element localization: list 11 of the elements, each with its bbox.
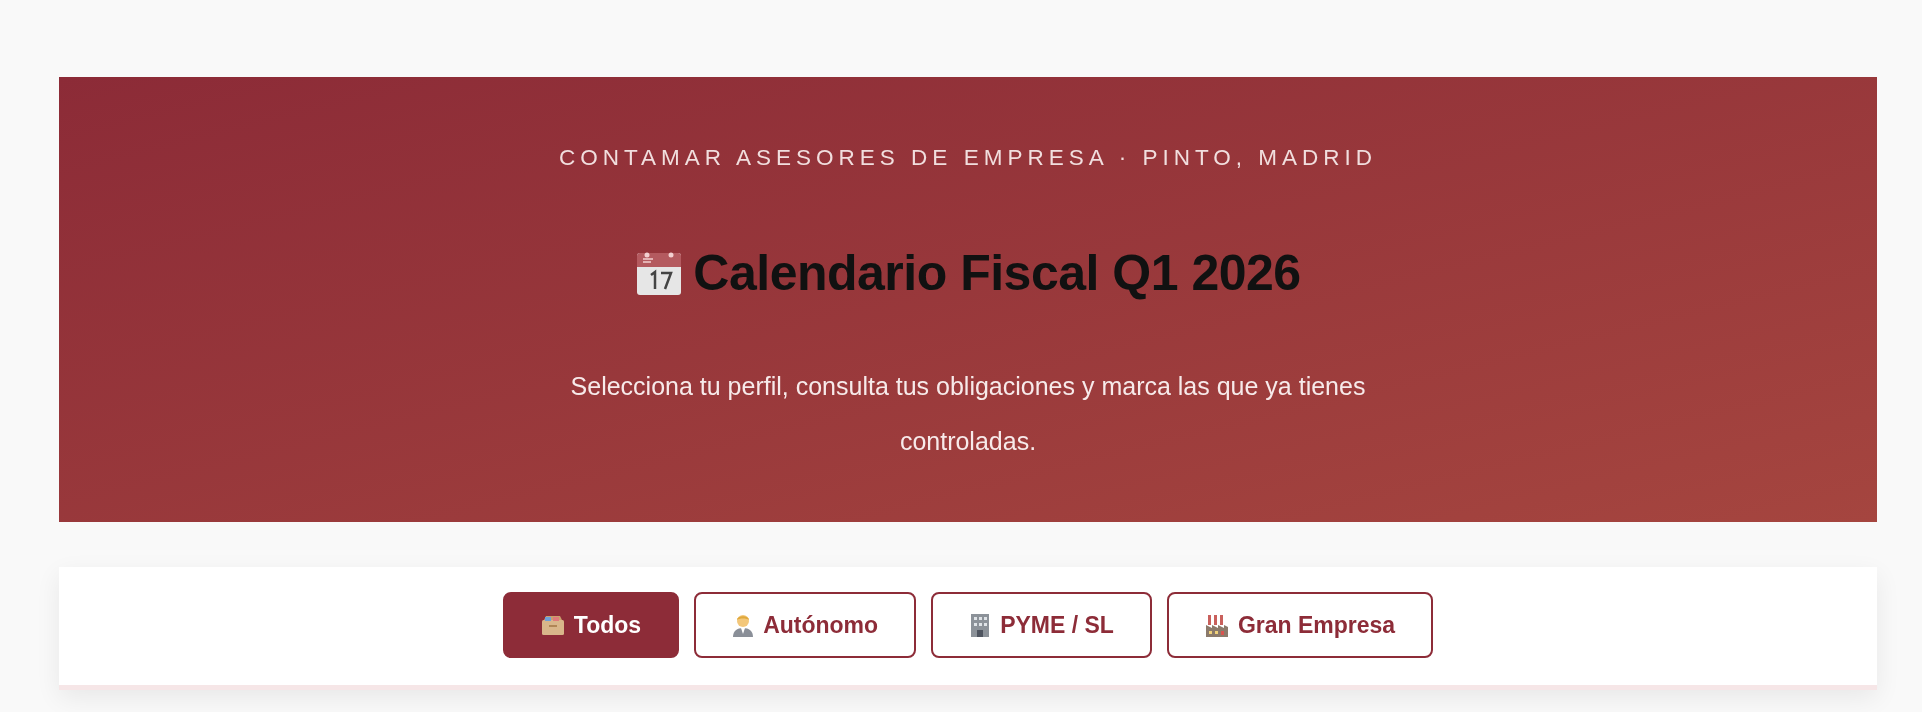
profile-filter-button[interactable]: Todos xyxy=(502,592,680,658)
hero-description: Selecciona tu perfil, consulta tus obligaciones y marca las que ya tienes controladas. xyxy=(569,371,1367,457)
building-icon xyxy=(969,613,992,637)
page-title: Calendario Fiscal Q1 2026 xyxy=(693,244,1301,303)
profile-filter-button[interactable]: Gran Empresa xyxy=(1166,592,1434,658)
box-icon xyxy=(540,614,565,636)
profile-filter-button[interactable]: PYME / SL xyxy=(931,592,1152,658)
company-eyebrow: CONTAMAR ASESORES DE EMPRESA · PINTO, MADRID xyxy=(559,144,1377,172)
factory-icon xyxy=(1204,613,1229,637)
profile-filter-button[interactable]: Autónomo xyxy=(694,592,917,658)
person-icon xyxy=(732,613,755,637)
